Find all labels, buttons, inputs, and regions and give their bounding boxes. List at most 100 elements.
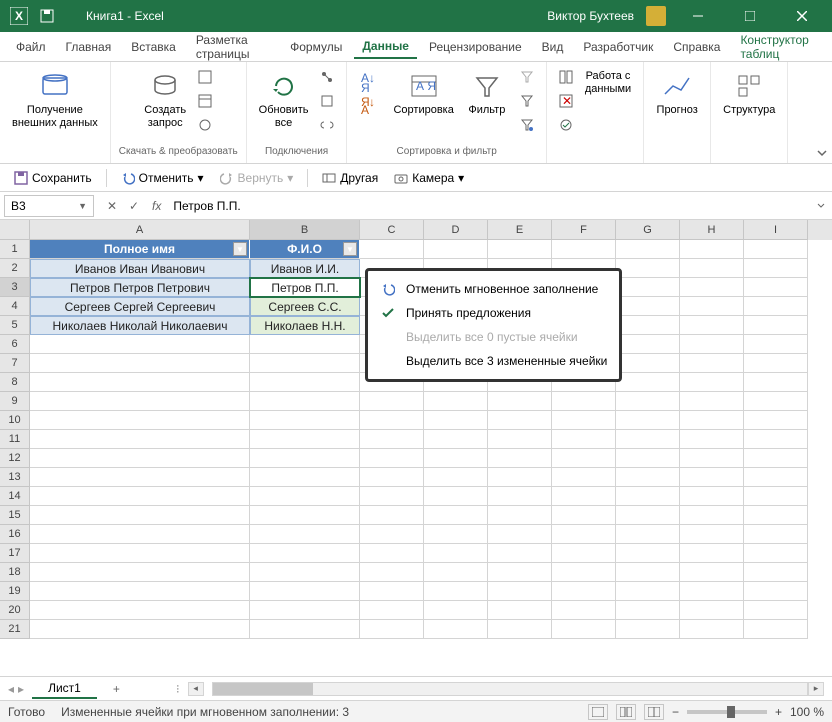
cell[interactable]: Николаев Николай Николаевич bbox=[30, 316, 250, 335]
qat-camera-button[interactable]: Камера ▾ bbox=[388, 169, 470, 187]
cell[interactable] bbox=[488, 544, 552, 563]
cell[interactable] bbox=[680, 449, 744, 468]
cell[interactable] bbox=[424, 240, 488, 259]
zoom-out-button[interactable]: − bbox=[672, 705, 679, 719]
sort-az-button[interactable]: А↓ЯЯ↓А bbox=[355, 66, 385, 118]
cell[interactable] bbox=[30, 335, 250, 354]
menu-item[interactable]: Файл bbox=[8, 36, 54, 58]
cell[interactable] bbox=[680, 430, 744, 449]
cell[interactable] bbox=[250, 582, 360, 601]
data-validation-button[interactable] bbox=[555, 114, 577, 136]
cell[interactable] bbox=[488, 506, 552, 525]
tab-split-icon[interactable]: ⁝ bbox=[176, 682, 180, 696]
cell[interactable] bbox=[488, 620, 552, 639]
cell[interactable] bbox=[30, 487, 250, 506]
cell[interactable] bbox=[616, 487, 680, 506]
row-header[interactable]: 18 bbox=[0, 563, 30, 582]
cell[interactable] bbox=[552, 487, 616, 506]
row-header[interactable]: 15 bbox=[0, 506, 30, 525]
enter-formula-button[interactable]: ✓ bbox=[124, 196, 144, 216]
cell[interactable] bbox=[744, 392, 808, 411]
qat-redo-button[interactable]: Вернуть ▾ bbox=[214, 169, 300, 187]
cell[interactable] bbox=[250, 620, 360, 639]
cell[interactable] bbox=[616, 259, 680, 278]
zoom-level[interactable]: 100 % bbox=[790, 705, 824, 719]
filter-dropdown-button[interactable]: ▼ bbox=[343, 242, 357, 256]
cell[interactable]: ▼Полное имя bbox=[30, 240, 250, 259]
row-header[interactable]: 5 bbox=[0, 316, 30, 335]
cell[interactable] bbox=[360, 525, 424, 544]
cell[interactable] bbox=[744, 373, 808, 392]
cell[interactable]: Сергеев Сергей Сергеевич bbox=[30, 297, 250, 316]
scroll-left-button[interactable]: ◂ bbox=[188, 682, 204, 696]
cell[interactable] bbox=[488, 449, 552, 468]
cell[interactable] bbox=[424, 468, 488, 487]
cell[interactable] bbox=[552, 449, 616, 468]
cell[interactable] bbox=[30, 392, 250, 411]
data-tools-button[interactable]: Работа с данными bbox=[581, 66, 635, 100]
cell[interactable] bbox=[616, 278, 680, 297]
cell[interactable] bbox=[616, 430, 680, 449]
cell[interactable] bbox=[360, 430, 424, 449]
cell[interactable] bbox=[360, 563, 424, 582]
cell[interactable] bbox=[250, 601, 360, 620]
cell[interactable] bbox=[552, 411, 616, 430]
cell[interactable] bbox=[250, 487, 360, 506]
column-header[interactable]: B bbox=[250, 220, 360, 240]
row-header[interactable]: 9 bbox=[0, 392, 30, 411]
zoom-in-button[interactable]: + bbox=[775, 705, 782, 719]
cell[interactable] bbox=[744, 563, 808, 582]
cell[interactable] bbox=[616, 620, 680, 639]
cell[interactable] bbox=[250, 335, 360, 354]
fx-icon[interactable]: fx bbox=[148, 199, 165, 213]
maximize-button[interactable] bbox=[730, 0, 770, 32]
cell[interactable] bbox=[250, 544, 360, 563]
cell[interactable] bbox=[360, 392, 424, 411]
cell[interactable] bbox=[30, 468, 250, 487]
cell[interactable] bbox=[616, 563, 680, 582]
cell[interactable] bbox=[30, 544, 250, 563]
column-header[interactable]: H bbox=[680, 220, 744, 240]
refresh-all-button[interactable]: Обновить все bbox=[255, 66, 313, 134]
column-header[interactable]: I bbox=[744, 220, 808, 240]
cell[interactable] bbox=[488, 411, 552, 430]
cell[interactable] bbox=[424, 525, 488, 544]
column-header[interactable]: F bbox=[552, 220, 616, 240]
cell[interactable] bbox=[680, 563, 744, 582]
cell[interactable] bbox=[552, 240, 616, 259]
cell[interactable] bbox=[424, 506, 488, 525]
column-header[interactable]: A bbox=[30, 220, 250, 240]
edit-links-button[interactable] bbox=[316, 114, 338, 136]
cell[interactable] bbox=[30, 430, 250, 449]
row-header[interactable]: 1 bbox=[0, 240, 30, 259]
cell[interactable]: ▼Ф.И.О bbox=[250, 240, 360, 259]
cell[interactable] bbox=[616, 335, 680, 354]
column-header[interactable]: C bbox=[360, 220, 424, 240]
cell[interactable] bbox=[552, 468, 616, 487]
cell[interactable] bbox=[744, 601, 808, 620]
cell[interactable] bbox=[680, 373, 744, 392]
cell[interactable] bbox=[744, 316, 808, 335]
cell[interactable] bbox=[744, 278, 808, 297]
cell[interactable] bbox=[30, 601, 250, 620]
save-icon[interactable] bbox=[38, 7, 56, 25]
row-header[interactable]: 10 bbox=[0, 411, 30, 430]
cell[interactable] bbox=[680, 354, 744, 373]
cell[interactable] bbox=[744, 259, 808, 278]
cell[interactable] bbox=[30, 582, 250, 601]
cell[interactable] bbox=[488, 582, 552, 601]
cell[interactable] bbox=[360, 601, 424, 620]
cell[interactable] bbox=[250, 563, 360, 582]
cell[interactable] bbox=[552, 582, 616, 601]
cell[interactable] bbox=[616, 316, 680, 335]
cell[interactable] bbox=[680, 468, 744, 487]
horizontal-scrollbar[interactable] bbox=[212, 682, 808, 696]
normal-view-button[interactable] bbox=[588, 704, 608, 720]
cell[interactable] bbox=[616, 373, 680, 392]
cell[interactable] bbox=[488, 525, 552, 544]
cell[interactable] bbox=[616, 411, 680, 430]
cell[interactable] bbox=[616, 468, 680, 487]
minimize-button[interactable] bbox=[678, 0, 718, 32]
qat-undo-button[interactable]: Отменить ▾ bbox=[115, 169, 210, 187]
row-header[interactable]: 6 bbox=[0, 335, 30, 354]
